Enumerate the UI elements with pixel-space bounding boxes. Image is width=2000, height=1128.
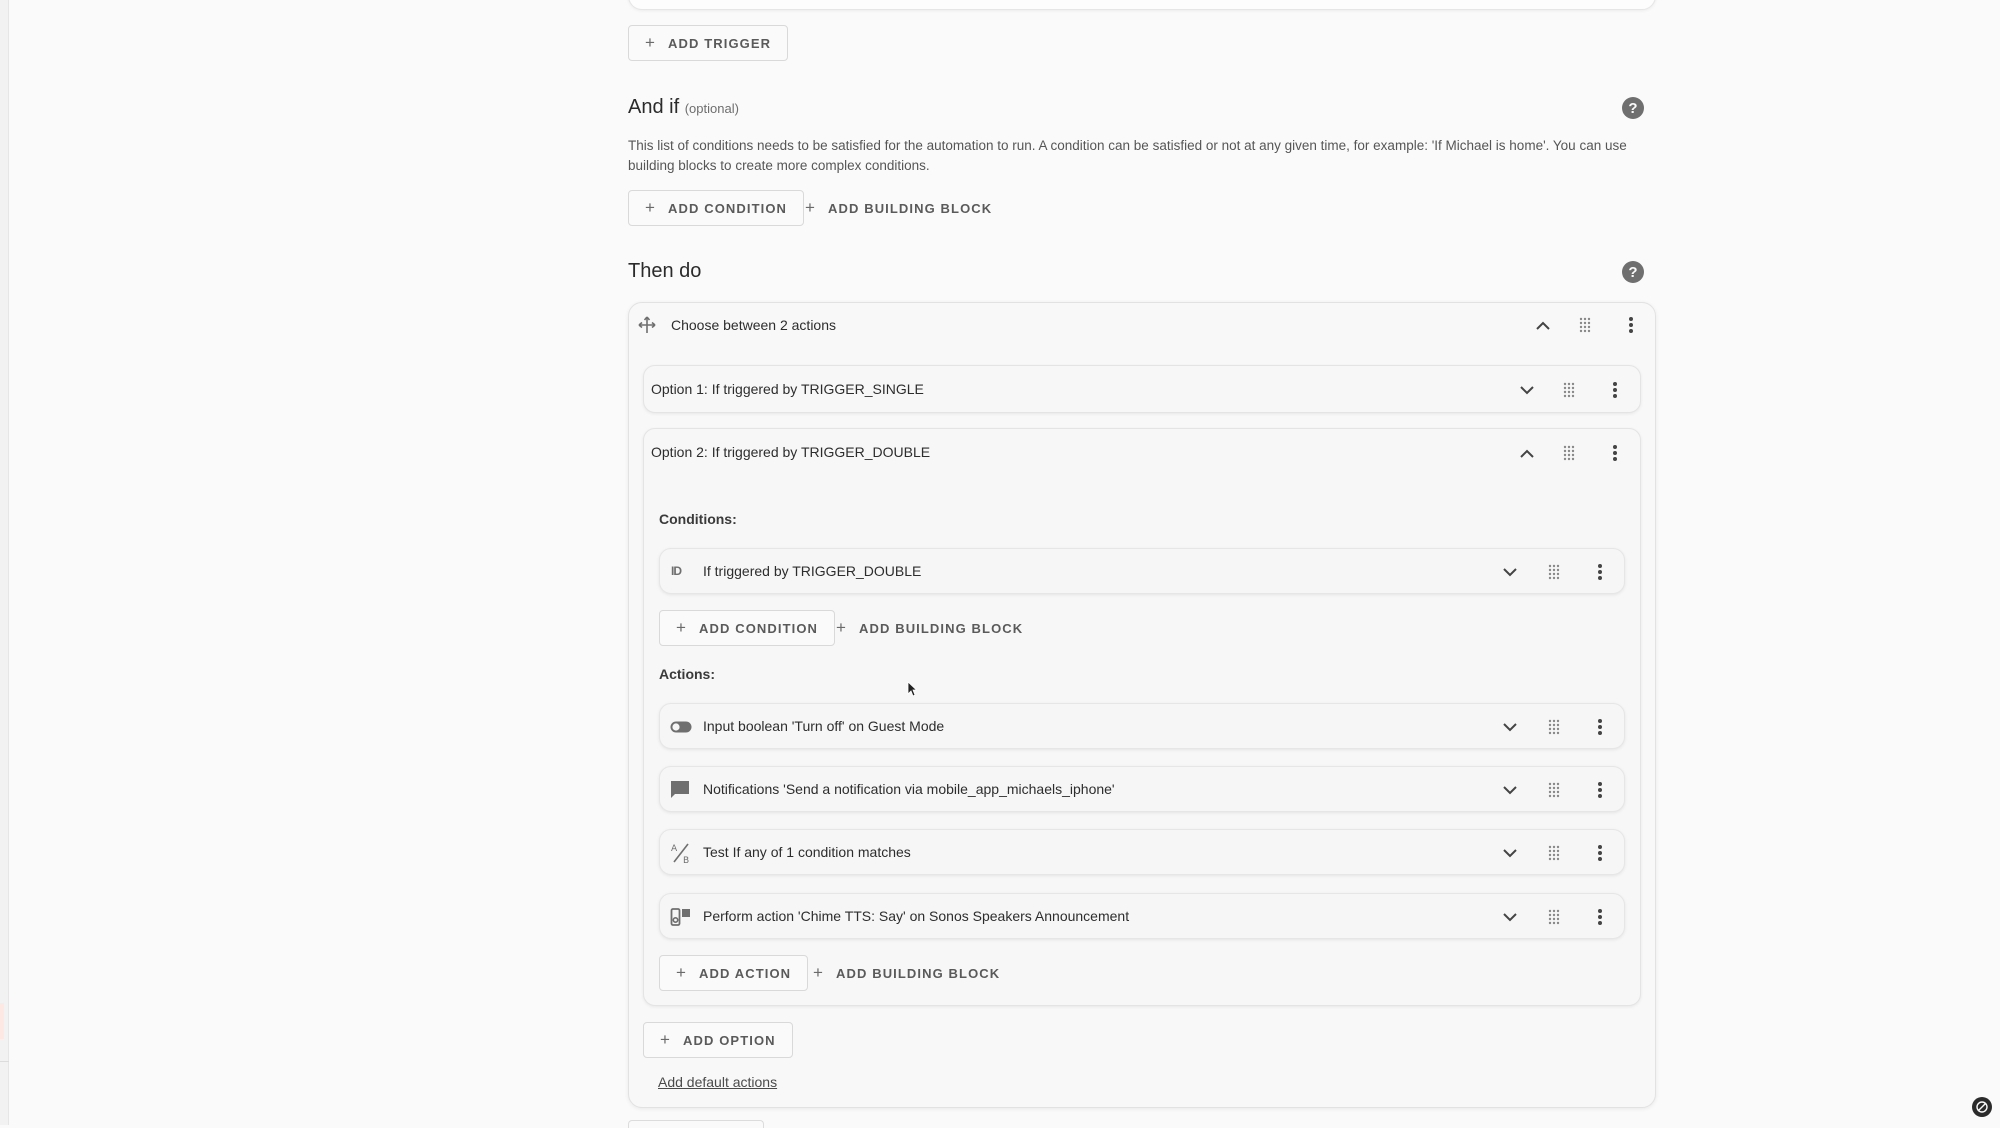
drag-handle-icon[interactable]	[1557, 441, 1581, 465]
chevron-down-icon[interactable]	[1498, 905, 1522, 929]
drag-handle-icon[interactable]	[1542, 778, 1566, 802]
actions-label: Actions:	[659, 666, 715, 682]
drag-handle-icon[interactable]	[1542, 841, 1566, 865]
more-options-icon[interactable]	[1588, 905, 1612, 929]
action-item-title: Input boolean 'Turn off' on Guest Mode	[703, 718, 945, 734]
add-building-block-button[interactable]: + ADD BUILDING BLOCK	[813, 955, 1000, 991]
trigger-card-edge	[628, 0, 1656, 10]
drag-handle-icon[interactable]	[1542, 715, 1566, 739]
plus-icon: +	[805, 198, 817, 217]
toggle-icon	[670, 720, 692, 738]
chevron-down-icon[interactable]	[1498, 778, 1522, 802]
chevron-up-icon[interactable]	[1531, 313, 1555, 337]
add-building-block-button[interactable]: + ADD BUILDING BLOCK	[836, 610, 1023, 646]
add-trigger-button[interactable]: + ADD TRIGGER	[628, 25, 789, 61]
chevron-down-icon[interactable]	[1515, 378, 1539, 402]
svg-text:B: B	[683, 856, 689, 864]
plus-icon: +	[660, 1030, 672, 1049]
option-1-card[interactable]: Option 1: If triggered by TRIGGER_SINGLE	[643, 365, 1641, 413]
action-item[interactable]: Notifications 'Send a notification via m…	[659, 766, 1625, 812]
more-options-icon[interactable]	[1619, 313, 1643, 337]
action-item[interactable]: Input boolean 'Turn off' on Guest Mode	[659, 703, 1625, 749]
help-icon[interactable]: ?	[1622, 261, 1644, 283]
plus-icon: +	[676, 618, 688, 637]
action-item-title: Perform action 'Chime TTS: Say' on Sonos…	[703, 908, 1130, 924]
drag-handle-icon[interactable]	[1573, 313, 1597, 337]
svg-text:A: A	[671, 844, 678, 854]
more-options-icon[interactable]	[1588, 560, 1612, 584]
more-options-icon[interactable]	[1588, 841, 1612, 865]
plus-icon: +	[645, 198, 657, 217]
add-default-actions-link[interactable]: Add default actions	[658, 1074, 777, 1090]
drag-handle-icon[interactable]	[1542, 560, 1566, 584]
action-item-title: Test If any of 1 condition matches	[703, 844, 911, 860]
condition-item[interactable]: ID If triggered by TRIGGER_DOUBLE	[659, 548, 1625, 594]
add-building-block-button[interactable]: + ADD BUILDING BLOCK	[805, 190, 992, 226]
assist-icon[interactable]	[1972, 1097, 1992, 1117]
sidebar-divider	[0, 1061, 9, 1062]
plus-icon: +	[676, 963, 688, 982]
more-options-icon[interactable]	[1588, 715, 1612, 739]
help-icon[interactable]: ?	[1622, 97, 1644, 119]
plus-icon: +	[836, 618, 848, 637]
chevron-up-icon[interactable]	[1515, 441, 1539, 465]
more-options-icon[interactable]	[1588, 778, 1612, 802]
then-do-heading: Then do	[628, 260, 702, 282]
and-if-description: This list of conditions needs to be sati…	[628, 138, 1627, 173]
plus-icon: +	[645, 33, 657, 52]
chevron-down-icon[interactable]	[1498, 560, 1522, 584]
option-2-title: Option 2: If triggered by TRIGGER_DOUBLE	[651, 444, 931, 460]
message-icon	[670, 780, 690, 805]
more-options-icon[interactable]	[1603, 378, 1627, 402]
add-condition-button[interactable]: + ADD CONDITION	[628, 190, 805, 226]
ab-test-icon: A B	[670, 842, 692, 869]
add-option-button[interactable]: + ADD OPTION	[643, 1022, 793, 1058]
add-condition-button[interactable]: + ADD CONDITION	[659, 610, 836, 646]
choose-title: Choose between 2 actions	[671, 317, 836, 333]
action-item[interactable]: A B Test If any of 1 condition matches	[659, 829, 1625, 875]
trigger-id-icon: ID	[671, 564, 682, 578]
action-item[interactable]: Perform action 'Chime TTS: Say' on Sonos…	[659, 893, 1625, 939]
drag-handle-icon[interactable]	[1557, 378, 1581, 402]
condition-item-title: If triggered by TRIGGER_DOUBLE	[703, 563, 922, 579]
action-item-title: Notifications 'Send a notification via m…	[703, 781, 1115, 797]
option-1-title: Option 1: If triggered by TRIGGER_SINGLE	[651, 381, 924, 397]
mouse-cursor-icon	[907, 681, 918, 702]
next-section-stub	[628, 1120, 764, 1128]
plus-icon: +	[813, 963, 825, 982]
add-action-button[interactable]: + ADD ACTION	[659, 955, 809, 991]
sidebar-rail	[0, 0, 9, 1125]
drag-handle-icon[interactable]	[1542, 905, 1566, 929]
and-if-heading: And if (optional)	[628, 96, 739, 118]
chevron-down-icon[interactable]	[1498, 841, 1522, 865]
sidebar-active-marker	[0, 1003, 4, 1039]
service-icon	[670, 906, 692, 933]
conditions-label: Conditions:	[659, 511, 737, 527]
choose-icon	[637, 315, 657, 340]
more-options-icon[interactable]	[1603, 441, 1627, 465]
chevron-down-icon[interactable]	[1498, 715, 1522, 739]
